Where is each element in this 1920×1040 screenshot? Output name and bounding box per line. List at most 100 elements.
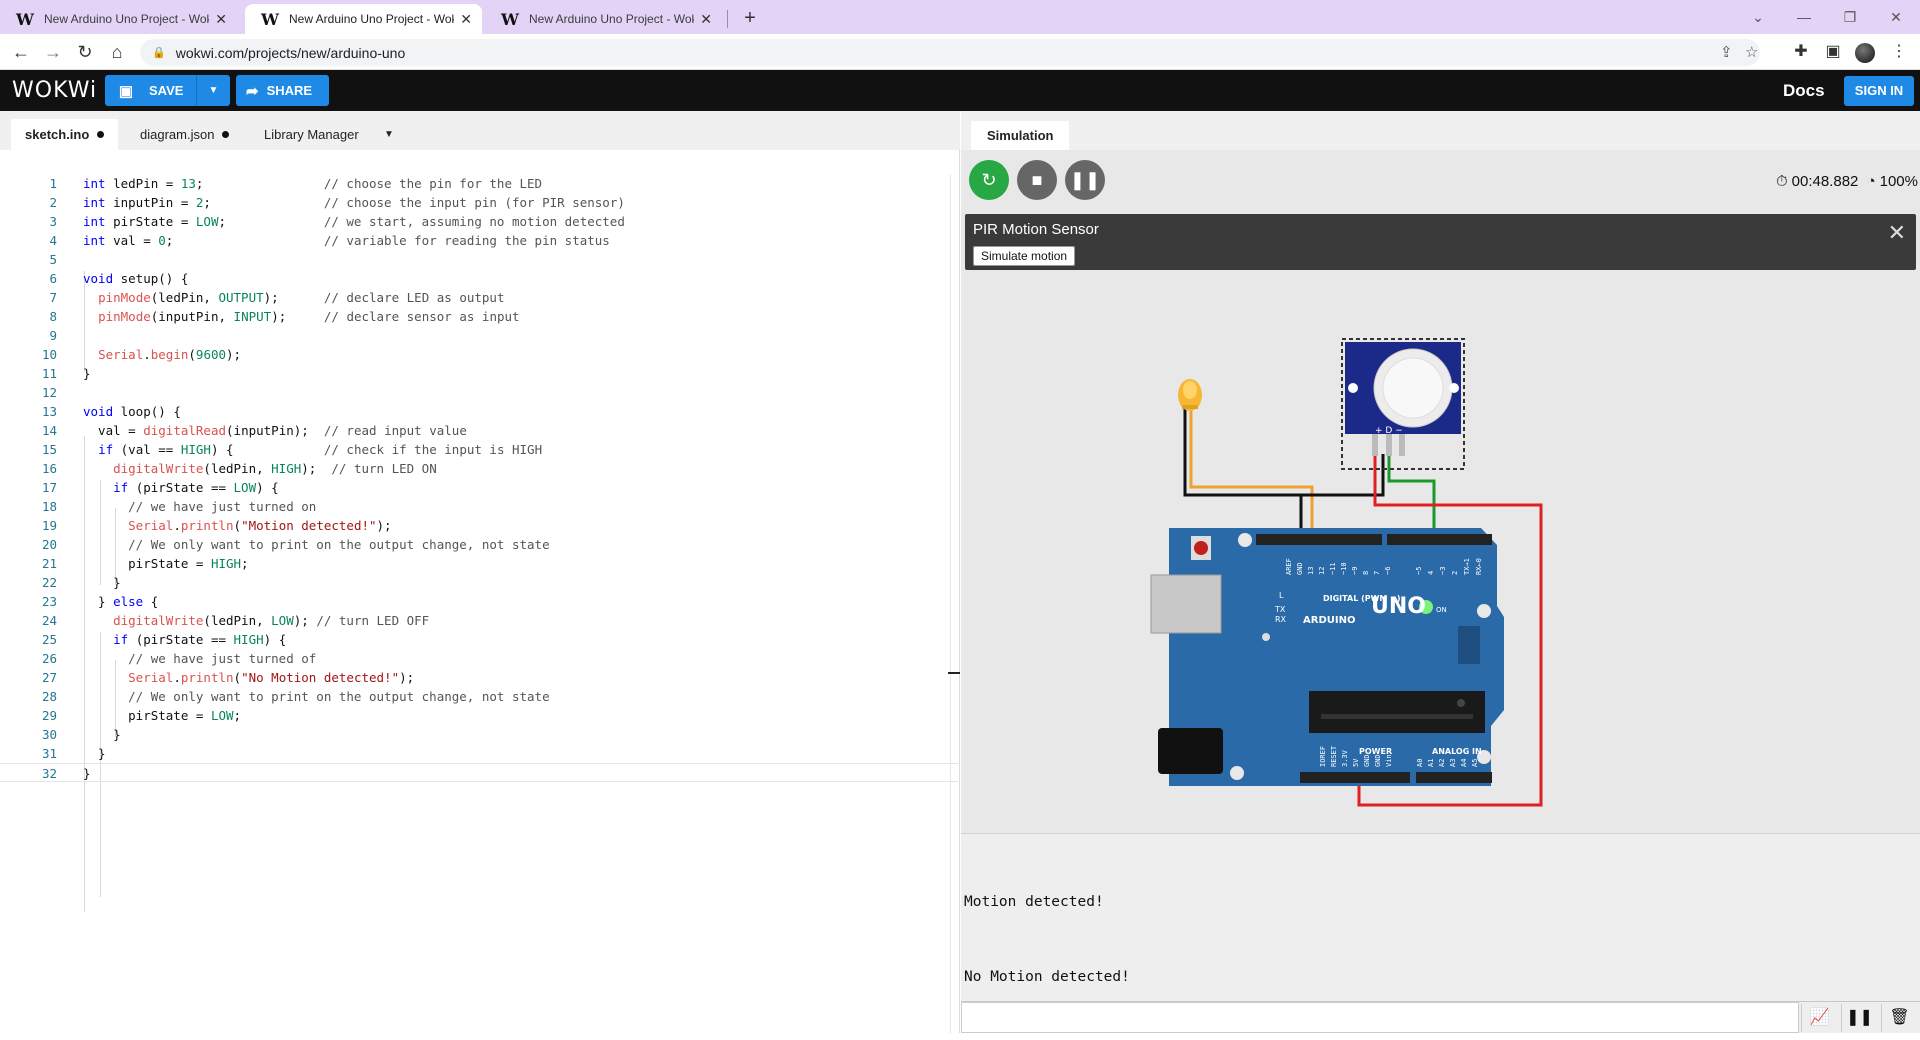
code-line[interactable]: 25 if (pirState == HIGH) {: [0, 630, 958, 649]
close-tab-icon[interactable]: ✕: [215, 11, 227, 28]
wokwi-favicon-icon: W: [261, 9, 279, 29]
reload-icon[interactable]: ↻: [72, 39, 98, 65]
tx-led-label: TX: [1274, 605, 1286, 614]
tab-sketch-ino[interactable]: sketch.ino: [11, 119, 119, 150]
code-line[interactable]: 17 if (pirState == LOW) {: [0, 478, 958, 497]
wire-led-gnd[interactable]: [1183, 408, 1303, 540]
editor-tabs-menu-icon[interactable]: ▼: [370, 119, 408, 150]
code-line[interactable]: 8 pinMode(inputPin, INPUT); // declare s…: [0, 307, 958, 326]
code-line[interactable]: 28 // We only want to print on the outpu…: [0, 687, 958, 706]
led-component[interactable]: [1178, 379, 1202, 411]
side-panel-icon[interactable]: ▣: [1820, 39, 1846, 65]
code-line[interactable]: 30 }: [0, 725, 958, 744]
code-line[interactable]: 29 pirState = LOW;: [0, 706, 958, 725]
top-pin-label: RX←0: [1475, 558, 1483, 575]
code-line[interactable]: 26 // we have just turned of: [0, 649, 958, 668]
extensions-icon[interactable]: ✚: [1788, 39, 1814, 65]
code-editor[interactable]: 1 int ledPin = 13; // choose the pin for …: [0, 150, 960, 1034]
docs-link[interactable]: Docs: [1783, 81, 1825, 101]
code-text: pirState = HIGH;: [83, 556, 249, 571]
line-number: 21: [41, 556, 57, 571]
tab-label: diagram.json: [140, 127, 215, 142]
tab-search-icon[interactable]: ⌄: [1735, 4, 1781, 30]
line-number: 10: [41, 347, 57, 362]
bottom-pin-label: A1: [1427, 759, 1435, 767]
sign-in-button[interactable]: SIGN IN: [1844, 76, 1914, 106]
pir-motion-sensor[interactable]: + D −: [1341, 338, 1465, 470]
code-text: }: [83, 366, 91, 381]
wire-led-pin13[interactable]: [1189, 408, 1314, 540]
code-line[interactable]: 11}: [0, 364, 958, 383]
browser-menu-icon[interactable]: ⋮: [1886, 39, 1912, 65]
code-text: int pirState = LOW; // we start, assumin…: [83, 214, 625, 229]
new-tab-icon[interactable]: +: [736, 4, 764, 32]
close-icon[interactable]: ✕: [1888, 220, 1906, 246]
code-line[interactable]: 5: [0, 250, 958, 269]
code-text: pinMode(ledPin, OUTPUT); // declare LED …: [98, 290, 505, 305]
code-line[interactable]: 12: [0, 383, 958, 402]
back-icon[interactable]: ←: [8, 39, 34, 65]
save-button[interactable]: ▣ SAVE ▼: [105, 75, 230, 106]
share-button[interactable]: ➦ SHARE: [236, 75, 329, 106]
code-line[interactable]: 1 int ledPin = 13; // choose the pin for …: [0, 174, 958, 193]
browser-tab-1[interactable]: W New Arduino Uno Project - Wokwi ✕: [0, 4, 237, 34]
code-line[interactable]: 18 // we have just turned on: [0, 497, 958, 516]
code-line[interactable]: 3 int pirState = LOW; // we start, assumi…: [0, 212, 958, 231]
tab-diagram-json[interactable]: diagram.json: [126, 119, 243, 150]
minimize-icon[interactable]: —: [1781, 4, 1827, 30]
top-pin-label: 4: [1427, 571, 1435, 575]
profile-avatar[interactable]: [1855, 43, 1875, 63]
browser-tab-3[interactable]: W New Arduino Uno Project - Wokwi ✕: [485, 4, 722, 34]
code-line[interactable]: 14 val = digitalRead(inputPin); // read …: [0, 421, 958, 440]
wokwi-logo[interactable]: WOKWi: [12, 78, 97, 103]
clear-trash-icon[interactable]: 🗑: [1881, 1004, 1917, 1032]
wire-pir-data[interactable]: [1387, 454, 1436, 540]
bottom-pin-label: RESET: [1330, 745, 1338, 767]
code-line[interactable]: 2 int inputPin = 2; // choose the input p…: [0, 193, 958, 212]
lock-icon: 🔒: [152, 47, 166, 59]
code-line[interactable]: 15 if (val == HIGH) { // check if the in…: [0, 440, 958, 459]
serial-input[interactable]: [961, 1002, 1799, 1033]
analog-header-label: ANALOG IN: [1432, 747, 1482, 756]
line-number: 6: [49, 271, 57, 286]
close-tab-icon[interactable]: ✕: [700, 11, 712, 28]
code-line[interactable]: 16 digitalWrite(ledPin, HIGH); // turn L…: [0, 459, 958, 478]
code-line[interactable]: 31 }: [0, 744, 958, 763]
restore-icon[interactable]: ❐: [1827, 4, 1873, 30]
code-line[interactable]: 6 void setup() {: [0, 269, 958, 288]
unsaved-dot-icon: [97, 131, 105, 138]
code-line[interactable]: 9: [0, 326, 958, 345]
address-bar[interactable]: 🔒 wokwi.com/projects/new/arduino-uno ⇪ ☆: [140, 39, 1760, 66]
code-line[interactable]: 19 Serial.println("Motion detected!");: [0, 516, 958, 535]
arduino-uno-board[interactable]: DIGITAL (PWM ~) UNO ARDUINO ON L TX RX P…: [1150, 528, 1504, 786]
forward-icon[interactable]: →: [40, 39, 66, 65]
plotter-chart-icon[interactable]: 📈: [1801, 1004, 1837, 1032]
code-line[interactable]: 24 digitalWrite(ledPin, LOW); // turn LE…: [0, 611, 958, 630]
code-line[interactable]: 10 Serial.begin(9600);: [0, 345, 958, 364]
simulate-motion-button[interactable]: Simulate motion: [973, 246, 1076, 266]
tab-label: sketch.ino: [25, 127, 90, 142]
close-tab-icon[interactable]: ✕: [460, 11, 472, 28]
tab-simulation[interactable]: Simulation: [971, 121, 1070, 150]
close-window-icon[interactable]: ✕: [1873, 4, 1919, 30]
bookmark-star-icon[interactable]: ☆: [1745, 39, 1758, 66]
code-line[interactable]: 13 void loop() {: [0, 402, 958, 421]
tab-library-manager[interactable]: Library Manager: [250, 119, 373, 150]
code-line[interactable]: 21 pirState = HIGH;: [0, 554, 958, 573]
code-line[interactable]: 32}: [0, 763, 958, 782]
browser-tab-2[interactable]: W New Arduino Uno Project - Wokwi ✕: [245, 4, 482, 34]
code-line[interactable]: 22 }: [0, 573, 958, 592]
line-number: 30: [41, 727, 57, 742]
line-number: 5: [49, 252, 57, 267]
save-dropdown-chevron-icon[interactable]: ▼: [196, 75, 230, 106]
code-line[interactable]: 23 } else {: [0, 592, 958, 611]
home-icon[interactable]: ⌂: [104, 39, 130, 65]
share-page-icon[interactable]: ⇪: [1720, 39, 1733, 66]
code-text: if (pirState == LOW) {: [113, 480, 279, 495]
code-line[interactable]: 7 pinMode(ledPin, OUTPUT); // declare LE…: [0, 288, 958, 307]
pause-serial-icon[interactable]: ❚❚: [1841, 1004, 1877, 1032]
code-line[interactable]: 20 // We only want to print on the outpu…: [0, 535, 958, 554]
code-line[interactable]: 27 Serial.println("No Motion detected!")…: [0, 668, 958, 687]
code-line[interactable]: 4 int val = 0; // variable for reading th…: [0, 231, 958, 250]
line-number: 4: [49, 233, 57, 248]
